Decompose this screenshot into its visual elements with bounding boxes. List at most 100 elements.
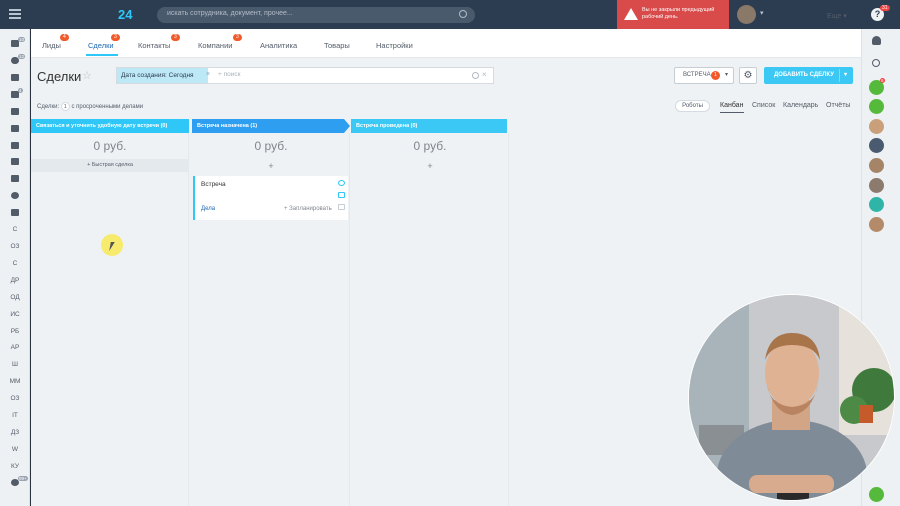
rail-group[interactable]: РБ (8, 325, 22, 338)
avatar[interactable] (869, 119, 884, 134)
star-icon[interactable]: ☆ (82, 69, 92, 82)
column-count: (0) (410, 123, 418, 129)
tab-deals[interactable]: Сделки (88, 41, 114, 50)
gear-icon[interactable]: ⚙ (739, 67, 757, 84)
divider (839, 69, 840, 82)
top-bar: 24 искать сотрудника, документ, прочее..… (0, 0, 900, 29)
summary-suffix[interactable]: с просроченными делами (71, 104, 143, 110)
filter-chip[interactable]: Дата создания: Сегодня (117, 68, 208, 83)
rail-group[interactable]: ДР (8, 274, 22, 287)
rail-group[interactable]: ММ (8, 375, 22, 388)
column-header[interactable]: Связаться и уточнить удобную дату встреч… (31, 119, 189, 133)
overdue-count: 1 (60, 102, 70, 111)
bell-icon[interactable] (872, 36, 881, 45)
calendar-icon[interactable] (11, 108, 19, 115)
calendar-icon[interactable] (11, 175, 19, 182)
crm-tabs: Лиды 4 Сделки 3 Контакты 3 Компании 3 Ан… (31, 29, 861, 58)
logo[interactable]: 24 (118, 7, 132, 22)
user-icon[interactable] (869, 99, 884, 114)
rail-group[interactable]: IT (8, 409, 22, 422)
presenter-webcam (688, 294, 895, 501)
view-reports[interactable]: Отчёты (826, 102, 850, 109)
plan-activity-link[interactable]: + Запланировать (284, 206, 332, 212)
rail-group[interactable]: АР (8, 341, 22, 354)
mail-icon[interactable] (11, 142, 19, 149)
chevron-down-icon[interactable]: ▾ (844, 67, 847, 84)
search-icon[interactable] (872, 59, 880, 67)
phone-badge: 6 (880, 78, 885, 83)
summary-prefix: Сделки: (37, 104, 60, 110)
global-search-input[interactable]: искать сотрудника, документ, прочее... (157, 7, 475, 23)
robots-button[interactable]: Роботы (675, 100, 710, 112)
avatar[interactable] (869, 158, 884, 173)
avatar[interactable] (737, 5, 756, 24)
tab-products[interactable]: Товары (324, 41, 350, 50)
avatar[interactable] (869, 217, 884, 232)
column-title: Встреча проведена (356, 123, 410, 129)
grid-icon[interactable] (11, 158, 19, 165)
rail-group[interactable]: W (8, 443, 22, 456)
column-title: Встреча назначена (197, 123, 249, 129)
tab-settings[interactable]: Настройки (376, 41, 413, 50)
user-icon[interactable] (869, 197, 884, 212)
tab-badge: 4 (60, 34, 69, 41)
rail-badge: 99+ (18, 476, 28, 481)
column-header[interactable]: Встреча проведена (0) (351, 119, 507, 133)
rail-group[interactable]: ИС (8, 308, 22, 321)
chat-icon[interactable] (11, 74, 19, 81)
add-deal-button[interactable]: ДОБАВИТЬ СДЕЛКУ ▾ (764, 67, 853, 84)
drive-icon[interactable] (11, 125, 19, 132)
rail-group[interactable]: КУ (8, 460, 22, 473)
contacts-icon[interactable] (11, 209, 19, 216)
mail-icon[interactable] (338, 192, 345, 198)
workday-notice[interactable]: Вы не закрыли предыдущий рабочий день. (617, 0, 729, 29)
tab-leads[interactable]: Лиды (42, 41, 61, 50)
add-deal-label: ДОБАВИТЬ СДЕЛКУ (774, 72, 834, 78)
clock-icon[interactable] (11, 192, 19, 199)
deal-card[interactable]: Встреча Дела + Запланировать (193, 176, 348, 220)
rail-group[interactable]: С (8, 257, 22, 270)
view-calendar[interactable]: Календарь (783, 102, 818, 109)
comment-icon[interactable] (338, 204, 345, 210)
column-count: (0) (160, 123, 168, 129)
rail-group[interactable]: ДЗ (8, 426, 22, 439)
add-deal-plus[interactable]: + (351, 161, 509, 171)
deal-title[interactable]: Встреча (201, 181, 226, 188)
rail-badge: 10 (18, 37, 26, 42)
phone-icon[interactable] (869, 487, 884, 502)
search-icon[interactable] (472, 72, 479, 79)
quick-deal-button[interactable]: + Быстрая сделка (31, 159, 189, 172)
view-kanban[interactable]: Канбан (720, 102, 743, 109)
column-header[interactable]: Встреча назначена (1) (192, 119, 350, 133)
avatar[interactable] (869, 178, 884, 193)
meeting-button[interactable]: ВСТРЕЧА 1 ▾ (674, 67, 734, 84)
add-deal-plus[interactable]: + (192, 161, 350, 171)
chevron-down-icon[interactable]: ▾ (760, 9, 764, 17)
close-icon[interactable]: × (206, 71, 210, 78)
page-title: Сделки (37, 69, 82, 84)
filter-search-input[interactable]: + поиск (218, 71, 240, 78)
meeting-badge: 1 (711, 71, 720, 80)
clear-icon[interactable]: × (482, 70, 487, 79)
deal-activities-link[interactable]: Дела (201, 206, 215, 212)
rail-group[interactable]: Ш (8, 358, 22, 371)
column-body (351, 133, 509, 506)
avatar[interactable] (869, 138, 884, 153)
rail-group[interactable]: ОД (8, 291, 22, 304)
column-body (31, 133, 189, 506)
view-list[interactable]: Список (752, 102, 775, 109)
tab-companies[interactable]: Компании (198, 41, 232, 50)
more-menu[interactable]: Еще ▾ (827, 12, 847, 20)
menu-icon[interactable] (9, 9, 21, 19)
column-arrow (344, 119, 350, 133)
rail-badge: 12 (18, 54, 26, 59)
tab-analytics[interactable]: Аналитика (260, 41, 297, 50)
filter-bar[interactable]: Дата создания: Сегодня × + поиск × (116, 67, 494, 84)
phone-icon[interactable] (338, 180, 345, 186)
rail-group[interactable]: С (8, 223, 22, 236)
view-active-indicator (720, 112, 744, 113)
tab-contacts[interactable]: Контакты (138, 41, 170, 50)
tab-active-indicator (86, 54, 118, 56)
rail-group[interactable]: ОЗ (8, 240, 22, 253)
rail-group[interactable]: ОЗ (8, 392, 22, 405)
